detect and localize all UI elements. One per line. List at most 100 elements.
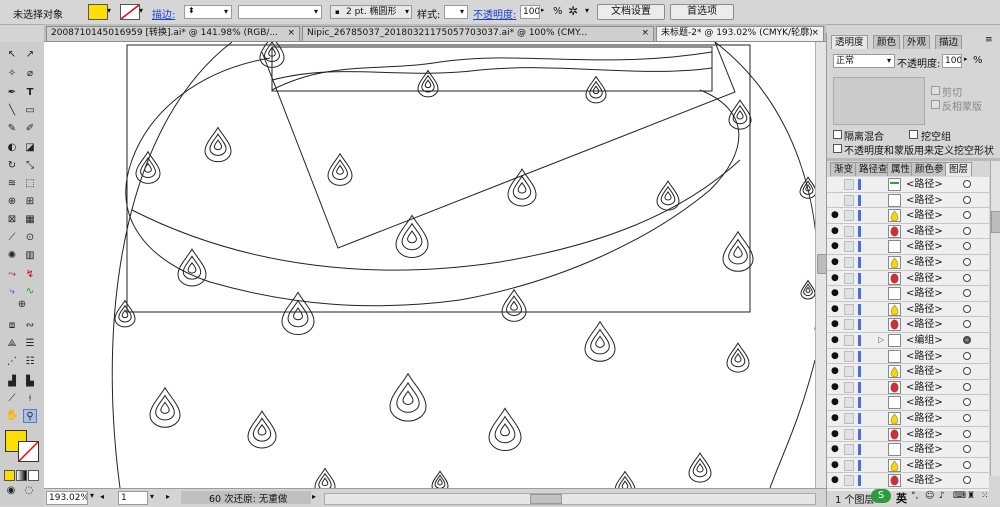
- layer-row[interactable]: <路径>: [827, 177, 989, 193]
- layer-row[interactable]: ● <路径>: [827, 317, 989, 333]
- type-tool-icon[interactable]: T: [23, 86, 37, 100]
- layer-row[interactable]: ● <路径>: [827, 239, 989, 255]
- symbol-sprayer-icon[interactable]: ✺: [5, 249, 19, 263]
- target-icon[interactable]: [963, 273, 971, 282]
- blob-brush-icon[interactable]: ◐: [5, 141, 19, 155]
- layer-row[interactable]: ● <路径>: [827, 255, 989, 271]
- mesh-tool-icon[interactable]: ⊠: [5, 213, 19, 227]
- microphone-icon[interactable]: ♪: [939, 491, 945, 501]
- lock-toggle[interactable]: [844, 475, 854, 487]
- seed-outline[interactable]: [736, 109, 744, 120]
- seed-outline[interactable]: [517, 181, 527, 194]
- align-tool-icon[interactable]: ☷: [23, 355, 37, 369]
- seed-outline[interactable]: [396, 381, 420, 413]
- stroke-width-field[interactable]: ⬍ ▾: [184, 5, 232, 19]
- eye-icon[interactable]: ●: [831, 398, 839, 407]
- eye-icon[interactable]: ●: [831, 382, 839, 392]
- seed-outline[interactable]: [688, 452, 712, 483]
- seed-outline[interactable]: [585, 75, 607, 104]
- next-artboard-icon[interactable]: ▸: [166, 492, 170, 501]
- seed-outline[interactable]: [421, 74, 435, 93]
- width-tool-icon[interactable]: ⤳: [5, 268, 19, 282]
- tab-gradient[interactable]: 渐变: [830, 162, 858, 176]
- target-icon[interactable]: [963, 445, 971, 454]
- seed-outline[interactable]: [149, 386, 181, 428]
- tab-document-2[interactable]: Nipic_26785037_20180321175057703037.ai* …: [302, 26, 654, 41]
- lock-toggle[interactable]: [844, 444, 854, 456]
- stroke-swatch[interactable]: [120, 4, 140, 20]
- artboard-number-field[interactable]: 1: [118, 491, 148, 505]
- seed-outline[interactable]: [402, 390, 414, 405]
- shape-builder-icon[interactable]: ⊕: [5, 195, 19, 209]
- magic-wand-icon[interactable]: ✧: [5, 67, 19, 81]
- seed-outline[interactable]: [589, 80, 603, 99]
- seed-outline[interactable]: [732, 104, 748, 125]
- tab-document-1[interactable]: 20087101450169​59 [转换].ai* @ 141.98% (RG…: [46, 26, 300, 41]
- ime-language[interactable]: 英: [896, 490, 907, 506]
- lock-toggle[interactable]: [844, 413, 854, 424]
- lock-toggle[interactable]: [844, 288, 854, 300]
- scatter-tool-icon[interactable]: ⋰: [5, 355, 19, 369]
- seed-outline[interactable]: [336, 164, 344, 175]
- seed-outline[interactable]: [614, 470, 636, 489]
- layer-row[interactable]: ● <路径>: [827, 379, 989, 396]
- seed-outline[interactable]: [730, 347, 746, 368]
- seed-outline[interactable]: [584, 320, 616, 362]
- seed-outline[interactable]: [728, 238, 748, 265]
- eye-icon[interactable]: ●: [831, 289, 839, 298]
- lock-toggle[interactable]: [844, 397, 854, 409]
- reshape-tool-icon[interactable]: ↯: [23, 268, 37, 282]
- seed-outline[interactable]: [407, 229, 417, 244]
- seed-outline[interactable]: [135, 150, 161, 184]
- eye-icon[interactable]: ●: [831, 414, 839, 423]
- rotate-tool-icon[interactable]: ↻: [5, 159, 19, 173]
- opacity-mask-checkbox[interactable]: [833, 144, 842, 153]
- seed-outline[interactable]: [209, 133, 227, 156]
- eye-icon[interactable]: ●: [831, 476, 839, 485]
- scroll-thumb[interactable]: [991, 211, 1000, 233]
- zoom-tool-icon[interactable]: ⚲: [23, 409, 37, 423]
- blend-tool-icon[interactable]: ⊙: [23, 231, 37, 245]
- panel-menu-icon[interactable]: ≡: [985, 35, 993, 45]
- lock-toggle[interactable]: [844, 179, 854, 190]
- expand-arrow-icon[interactable]: ▷: [878, 335, 884, 344]
- lock-toggle[interactable]: [844, 257, 854, 268]
- first-artboard-icon[interactable]: ◂: [100, 492, 104, 501]
- target-icon[interactable]: [963, 351, 971, 360]
- artwork-outline[interactable]: [44, 42, 815, 488]
- curve-tool-icon[interactable]: ∿: [23, 285, 37, 299]
- eye-icon[interactable]: ●: [831, 367, 839, 376]
- layer-row[interactable]: ● <路径>: [827, 301, 989, 318]
- draw-normal-icon[interactable]: ◉: [4, 484, 18, 498]
- free-transform-icon[interactable]: ⬚: [23, 177, 37, 191]
- seed-outline[interactable]: [805, 286, 811, 294]
- layer-row[interactable]: ● <路径>: [827, 223, 989, 240]
- seed-outline[interactable]: [327, 152, 353, 186]
- warp-tool-icon[interactable]: ≋: [5, 177, 19, 191]
- seed-outline[interactable]: [395, 214, 429, 259]
- chevron-right-icon[interactable]: ▸: [964, 55, 968, 63]
- eye-icon[interactable]: ●: [831, 242, 839, 251]
- document-setup-button[interactable]: 文档设置: [597, 4, 665, 20]
- seed-outline[interactable]: [501, 288, 527, 322]
- eye-icon[interactable]: ●: [831, 258, 839, 267]
- horizontal-scrollbar[interactable]: [324, 493, 816, 505]
- layers-scrollbar[interactable]: [990, 161, 1000, 476]
- tab-layers[interactable]: 图层: [945, 162, 973, 176]
- target-icon[interactable]: [963, 460, 971, 469]
- chevron-down-icon[interactable]: ▾: [107, 6, 111, 15]
- tab-attributes[interactable]: 属性: [887, 162, 915, 176]
- seed-outline[interactable]: [389, 372, 427, 422]
- line-tool-icon[interactable]: ╲: [5, 104, 19, 118]
- gradient-tool-icon[interactable]: ▦: [23, 213, 37, 227]
- opacity-input[interactable]: 100: [520, 5, 540, 19]
- eye-icon[interactable]: ●: [831, 320, 839, 329]
- fill-swatch[interactable]: [88, 4, 108, 20]
- lock-toggle[interactable]: [844, 381, 854, 393]
- tab-document-3[interactable]: 未标题-2* @ 193.02% (CMYK/轮廓) ×: [656, 26, 824, 41]
- crosshair-icon[interactable]: ⊕: [15, 298, 29, 312]
- seed-outline[interactable]: [437, 477, 443, 486]
- chart-tool-icon[interactable]: ▟: [5, 375, 19, 389]
- seed-outline[interactable]: [257, 423, 267, 436]
- slice-tool-icon[interactable]: ⟁: [5, 337, 19, 351]
